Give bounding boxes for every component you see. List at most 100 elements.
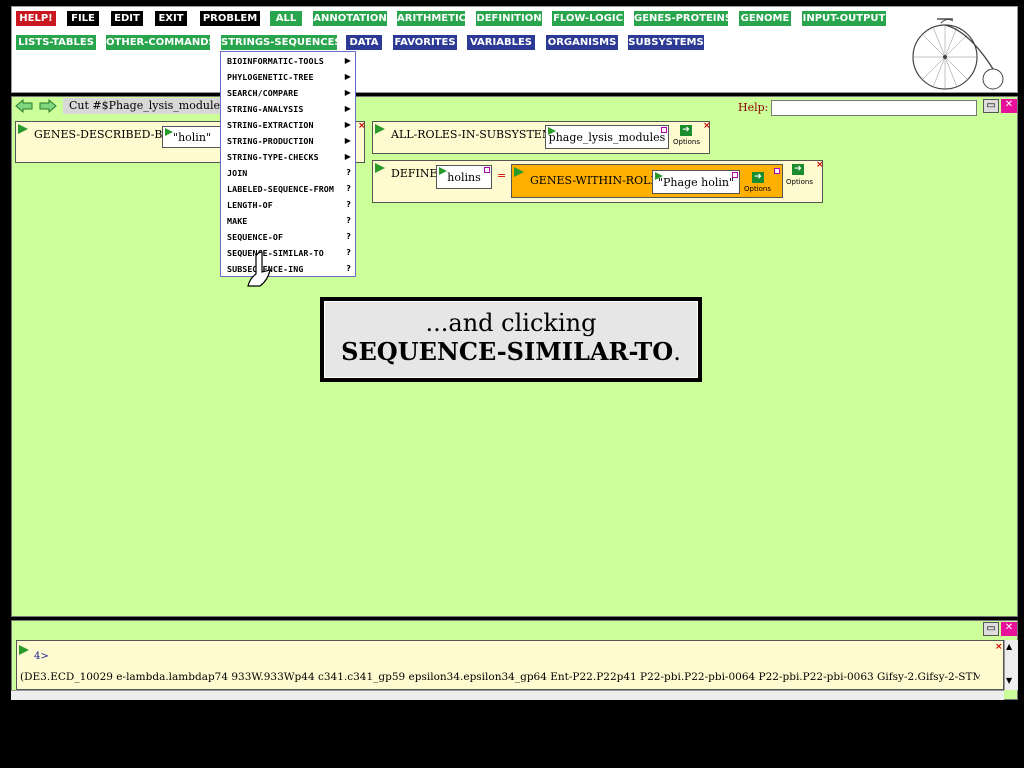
dropdown-item[interactable]: SEQUENCE-OF?	[227, 229, 353, 245]
menu-input-output[interactable]: INPUT-OUTPUT	[802, 11, 886, 26]
options-label[interactable]: Options	[786, 178, 813, 186]
arg-slot[interactable]: "holin"	[162, 126, 222, 148]
penny-farthing-logo	[912, 18, 1004, 90]
menu-data[interactable]: DATA	[346, 35, 382, 50]
options-label[interactable]: Options	[673, 138, 700, 146]
caption-period: .	[673, 338, 681, 366]
help-question-icon: ?	[346, 248, 351, 257]
menu-genome[interactable]: GENOME	[739, 11, 791, 26]
slot-triangle-icon[interactable]	[655, 172, 663, 180]
genes-within-role-box[interactable]: GENES-WITHIN-ROLE "Phage holin" ➔ Option…	[511, 164, 783, 198]
options-arrow-icon[interactable]: ➔	[752, 172, 764, 183]
box-label: DEFINE	[391, 167, 438, 180]
menu-problem[interactable]: PROBLEM	[200, 11, 260, 26]
dropdown-item-label: LENGTH-OF	[227, 200, 273, 210]
menu-genes-proteins[interactable]: GENES-PROTEINS	[634, 11, 732, 26]
slot-triangle-icon[interactable]	[165, 128, 173, 136]
dropdown-item[interactable]: MAKE?	[227, 213, 353, 229]
options-label[interactable]: Options	[744, 185, 771, 193]
slot-value: phage_lysis_modules	[548, 131, 666, 144]
delete-x-icon[interactable]: ×	[358, 122, 366, 131]
dropdown-item[interactable]: BIOINFORMATIC-TOOLS ▶	[227, 53, 353, 69]
scroll-up-icon[interactable]: ▲	[1006, 642, 1012, 651]
arg-slot[interactable]: "Phage holin"	[652, 170, 740, 194]
menu-all[interactable]: ALL	[270, 11, 302, 26]
dropdown-item[interactable]: JOIN?	[227, 165, 353, 181]
menu-file[interactable]: FILE	[67, 11, 99, 26]
dropdown-item[interactable]: STRING-PRODUCTION ▶	[227, 133, 353, 149]
menu-definition[interactable]: DEFINITION	[476, 11, 542, 26]
slot-marker-icon[interactable]	[661, 127, 667, 133]
submenu-arrow-icon: ▶	[344, 120, 351, 129]
history-label: Cut #$Phage_lysis_modules to	[63, 98, 243, 114]
horizontal-scrollbar[interactable]	[11, 690, 1004, 700]
menu-strings-sequences[interactable]: STRINGS-SEQUENCES	[221, 35, 342, 50]
slot-value: "holin"	[173, 131, 211, 144]
dropdown-item-label: BIOINFORMATIC-TOOLS	[227, 56, 324, 66]
dropdown-item-label: SEQUENCE-SIMILAR-TO	[227, 248, 324, 258]
minimize-icon[interactable]: ▭	[983, 99, 999, 113]
menu-help[interactable]: HELP!	[16, 11, 56, 26]
submenu-arrow-icon: ▶	[344, 88, 351, 97]
scroll-down-icon[interactable]: ▼	[1006, 676, 1012, 685]
output-box[interactable]: 4> × (DE3.ECD_10029 e-lambda.lambdap74 9…	[16, 640, 1004, 690]
menu-favorites[interactable]: FAVORITES	[393, 35, 457, 50]
run-triangle-icon[interactable]	[514, 167, 524, 177]
dropdown-item[interactable]: SEARCH/COMPARE ▶	[227, 85, 353, 101]
options-arrow-icon[interactable]: ➔	[680, 125, 692, 136]
help-input[interactable]	[771, 100, 977, 116]
delete-x-icon[interactable]: ×	[995, 643, 1003, 652]
delete-x-icon[interactable]: ×	[816, 161, 824, 170]
dropdown-item[interactable]: PHYLOGENETIC-TREE ▶	[227, 69, 353, 85]
tutorial-caption: ...and clicking SEQUENCE-SIMILAR-TO.	[320, 297, 702, 382]
menu-organisms[interactable]: ORGANISMS	[546, 35, 618, 50]
slot-marker-icon[interactable]	[484, 167, 490, 173]
dropdown-item-label: STRING-ANALYSIS	[227, 104, 304, 114]
caption-command: SEQUENCE-SIMILAR-TO	[341, 337, 674, 366]
menu-annotation[interactable]: ANNOTATION	[313, 11, 387, 26]
menu-arithmetic[interactable]: ARITHMETIC	[397, 11, 466, 26]
dropdown-item[interactable]: STRING-ANALYSIS ▶	[227, 101, 353, 117]
vertical-scrollbar[interactable]: ▲ ▼	[1004, 640, 1018, 690]
delete-x-icon[interactable]: ×	[703, 122, 711, 131]
back-arrow-icon[interactable]	[15, 99, 33, 113]
submenu-arrow-icon: ▶	[344, 152, 351, 161]
run-triangle-icon[interactable]	[19, 645, 29, 655]
strings-sequences-dropdown: BIOINFORMATIC-TOOLS ▶ PHYLOGENETIC-TREE ▶ …	[220, 51, 356, 277]
slot-triangle-icon[interactable]	[548, 127, 556, 135]
dropdown-item[interactable]: LABELED-SEQUENCE-FROM?	[227, 181, 353, 197]
define-box[interactable]: DEFINE holins = GENES-WITHIN-ROLE "Phage…	[372, 160, 824, 203]
menu-flow-logic[interactable]: FLOW-LOGIC	[552, 11, 624, 26]
dropdown-item[interactable]: STRING-TYPE-CHECKS ▶	[227, 149, 353, 165]
minimize-icon[interactable]: ▭	[983, 622, 999, 636]
menu-other-commands[interactable]: OTHER-COMMANDS	[106, 35, 216, 50]
menu-bar: HELP! FILE EDIT EXIT PROBLEM ALL ANNOTAT…	[11, 6, 1018, 93]
run-triangle-icon[interactable]	[18, 124, 28, 134]
all-roles-in-subsystem-box[interactable]: ALL-ROLES-IN-SUBSYSTEM phage_lysis_modul…	[372, 121, 711, 154]
slot-marker-icon[interactable]	[732, 172, 738, 178]
dropdown-item[interactable]: LENGTH-OF?	[227, 197, 353, 213]
dropdown-item-label: SEARCH/COMPARE	[227, 88, 299, 98]
close-icon[interactable]: ✕	[1001, 622, 1017, 636]
help-question-icon: ?	[346, 232, 351, 241]
forward-arrow-icon[interactable]	[39, 99, 57, 113]
dropdown-item-label: PHYLOGENETIC-TREE	[227, 72, 314, 82]
slot-value: "Phage holin"	[657, 176, 735, 189]
submenu-arrow-icon: ▶	[344, 104, 351, 113]
var-slot[interactable]: holins	[436, 165, 492, 189]
menu-subsystems[interactable]: SUBSYSTEMS	[628, 35, 704, 50]
dropdown-item[interactable]: STRING-EXTRACTION ▶	[227, 117, 353, 133]
menu-edit[interactable]: EDIT	[111, 11, 143, 26]
close-icon[interactable]: ✕	[1001, 99, 1017, 113]
slot-marker-icon[interactable]	[774, 168, 780, 174]
menu-exit[interactable]: EXIT	[155, 11, 187, 26]
run-triangle-icon[interactable]	[375, 163, 385, 173]
options-arrow-icon[interactable]: ➔	[792, 164, 804, 175]
dropdown-item-label: LABELED-SEQUENCE-FROM	[227, 184, 334, 194]
slot-value: holins	[447, 171, 481, 184]
menu-variables[interactable]: VARIABLES	[467, 35, 535, 50]
arg-slot[interactable]: phage_lysis_modules	[545, 125, 669, 149]
slot-triangle-icon[interactable]	[439, 167, 447, 175]
run-triangle-icon[interactable]	[375, 124, 385, 134]
menu-lists-tables[interactable]: LISTS-TABLES	[16, 35, 96, 50]
